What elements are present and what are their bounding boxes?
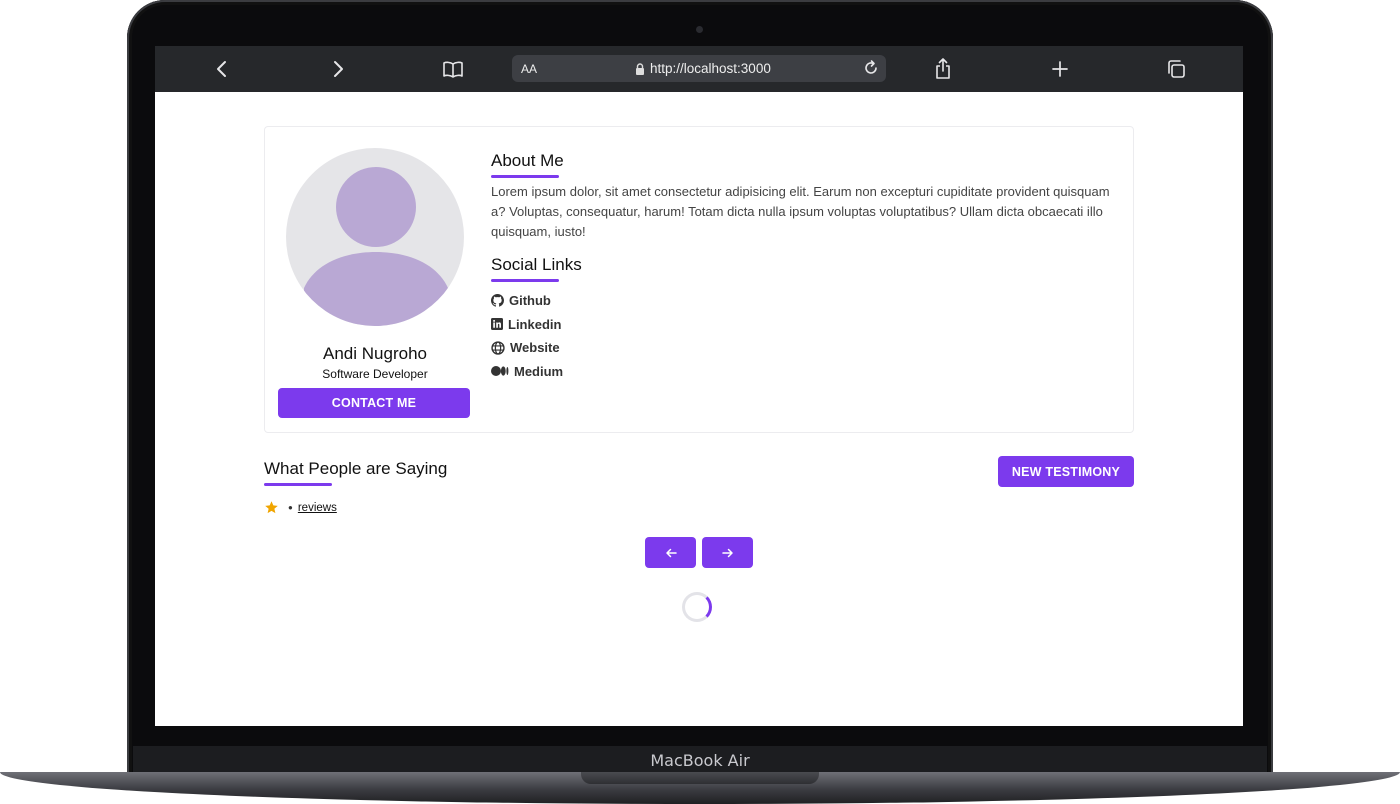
- medium-icon: [491, 366, 509, 377]
- about-text: Lorem ipsum dolor, sit amet consectetur …: [491, 184, 1110, 239]
- globe-icon: [491, 341, 505, 355]
- browser-toolbar: AA http://localhost:3000: [155, 46, 1243, 92]
- user-placeholder-icon: [304, 167, 448, 326]
- medium-link[interactable]: Medium: [491, 360, 563, 384]
- new-testimony-button[interactable]: NEW TESTIMONY: [998, 456, 1134, 487]
- back-icon[interactable]: [211, 58, 233, 80]
- profile-role: Software Developer: [322, 367, 428, 381]
- previous-testimonial-button[interactable]: [645, 537, 696, 568]
- about-heading-text: About Me: [491, 151, 564, 170]
- star-icon: [265, 501, 278, 514]
- testimonials-heading: What People are Saying: [264, 459, 448, 486]
- website-link[interactable]: Website: [491, 336, 563, 360]
- laptop-notch: [581, 772, 819, 784]
- bookmarks-icon[interactable]: [442, 58, 464, 80]
- separator-dot: ●: [288, 503, 293, 512]
- text-size-button[interactable]: AA: [521, 62, 537, 76]
- medium-label: Medium: [514, 363, 564, 379]
- linkedin-link[interactable]: Linkedin: [491, 313, 563, 337]
- heading-underline: [264, 483, 332, 486]
- forward-icon[interactable]: [327, 58, 349, 80]
- github-icon: [491, 294, 504, 307]
- linkedin-icon: [491, 318, 503, 331]
- heading-underline: [491, 279, 559, 282]
- github-label: Github: [509, 293, 551, 309]
- loading-spinner: [682, 592, 712, 622]
- profile-name: Andi Nugroho: [323, 344, 427, 363]
- contact-me-button[interactable]: CONTACT ME: [278, 388, 470, 418]
- social-links-list: Github Linkedin Website Medium: [491, 289, 563, 383]
- camera-icon: [696, 26, 703, 33]
- testimonials-heading-text: What People are Saying: [264, 459, 448, 478]
- github-link[interactable]: Github: [491, 289, 563, 313]
- address-bar[interactable]: AA http://localhost:3000: [512, 55, 886, 82]
- next-testimonial-button[interactable]: [702, 537, 753, 568]
- heading-underline: [491, 175, 559, 178]
- social-heading: Social Links: [491, 255, 582, 282]
- new-tab-icon[interactable]: [1049, 58, 1071, 80]
- linkedin-label: Linkedin: [508, 316, 562, 332]
- rating-summary: ● reviews: [264, 500, 337, 515]
- browser-window: AA http://localhost:3000 Andi Nugroho So…: [155, 46, 1243, 726]
- device-label: MacBook Air: [650, 751, 750, 770]
- about-heading: About Me: [491, 151, 564, 178]
- reload-icon[interactable]: [862, 59, 880, 82]
- lock-icon: [636, 62, 644, 75]
- social-heading-text: Social Links: [491, 255, 582, 274]
- avatar: [286, 148, 464, 326]
- profile-card: Andi Nugroho Software Developer CONTACT …: [264, 126, 1134, 433]
- reviews-link[interactable]: reviews: [298, 502, 337, 514]
- arrow-right-icon: [721, 548, 733, 557]
- url-text: http://localhost:3000: [650, 61, 771, 76]
- tabs-overview-icon[interactable]: [1165, 58, 1187, 80]
- url-container: http://localhost:3000: [635, 61, 771, 76]
- laptop-chin: MacBook Air: [133, 746, 1267, 774]
- share-icon[interactable]: [932, 58, 954, 80]
- website-label: Website: [510, 340, 560, 356]
- arrow-left-icon: [665, 548, 677, 557]
